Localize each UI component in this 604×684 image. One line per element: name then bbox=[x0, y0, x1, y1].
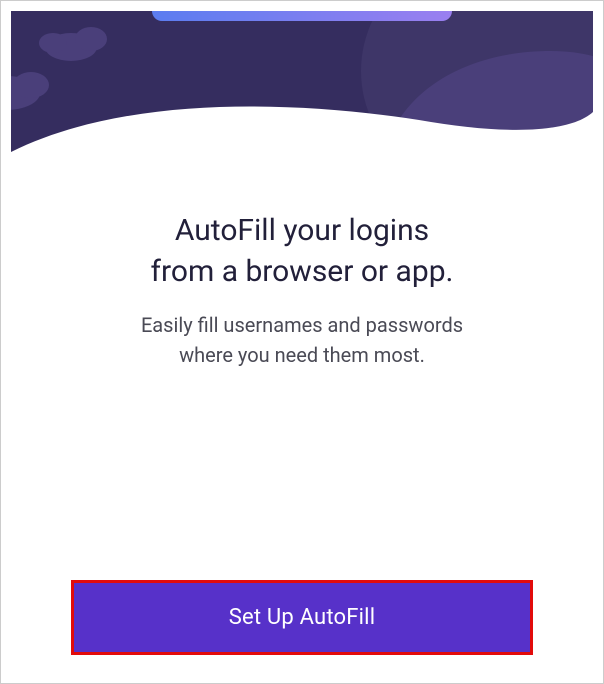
app-frame: AutoFill your logins from a browser or a… bbox=[0, 0, 604, 684]
hero-illustration bbox=[11, 11, 593, 181]
subheading-line-2: where you need them most. bbox=[179, 343, 425, 367]
cta-label: Set Up AutoFill bbox=[229, 605, 376, 630]
page-heading: AutoFill your logins from a browser or a… bbox=[51, 211, 553, 292]
heading-line-2: from a browser or app. bbox=[151, 254, 454, 289]
wave-divider bbox=[11, 12, 593, 181]
subheading-line-1: Easily fill usernames and passwords bbox=[141, 313, 463, 337]
heading-line-1: AutoFill your logins bbox=[175, 213, 429, 248]
cta-container: Set Up AutoFill bbox=[71, 580, 533, 655]
page-subheading: Easily fill usernames and passwords wher… bbox=[51, 310, 553, 370]
setup-autofill-button[interactable]: Set Up AutoFill bbox=[71, 580, 533, 655]
onboarding-screen: AutoFill your logins from a browser or a… bbox=[11, 11, 593, 673]
